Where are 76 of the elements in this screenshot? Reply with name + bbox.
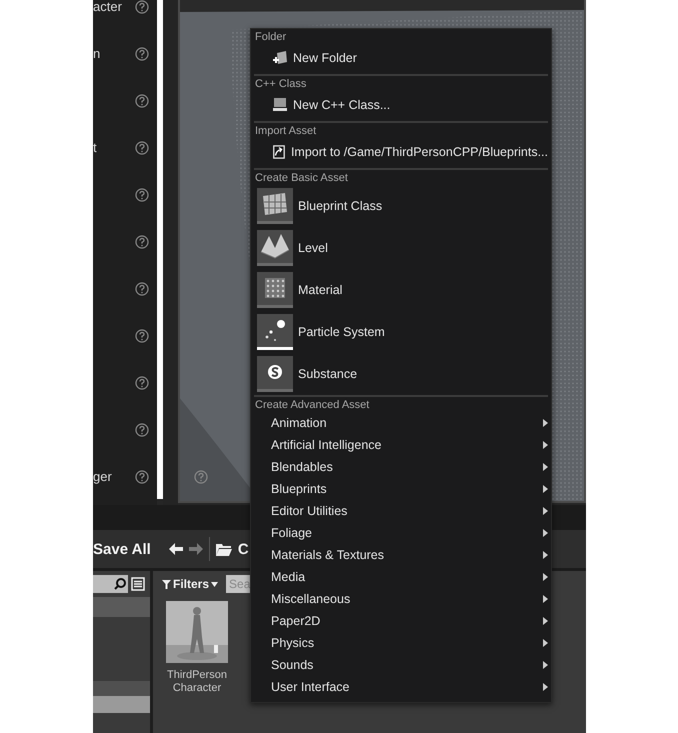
import-icon — [272, 144, 286, 160]
submenu-arrow-icon — [543, 529, 548, 537]
search-field[interactable] — [93, 575, 128, 593]
submenu-arrow-icon — [543, 507, 548, 515]
sparkle-icon — [257, 314, 293, 347]
forward-arrow-icon[interactable] — [188, 543, 203, 555]
submenu-item[interactable]: Foliage — [254, 522, 548, 544]
submenu-arrow-icon — [543, 595, 548, 603]
submenu-item[interactable]: Blendables — [254, 456, 548, 478]
material-grid-icon — [257, 272, 293, 305]
property-label: n — [93, 46, 100, 61]
menu-item[interactable]: Level — [254, 227, 548, 269]
folder-icon[interactable] — [216, 542, 232, 556]
property-label: acter — [93, 0, 122, 14]
submenu-arrow-icon — [543, 463, 548, 471]
submenu-item[interactable]: Blueprints — [254, 478, 548, 500]
help-icon[interactable] — [135, 0, 149, 14]
menu-item[interactable]: Import to /Game/ThirdPersonCPP/Blueprints... — [254, 138, 548, 166]
search-icon — [114, 578, 126, 590]
folder-plus-icon — [272, 50, 288, 66]
submenu-arrow-icon — [543, 485, 548, 493]
menu-item[interactable]: Substance — [254, 353, 548, 395]
list-icon[interactable] — [131, 577, 145, 591]
asset-name: ThirdPerson Character — [166, 669, 228, 695]
help-icon[interactable] — [135, 328, 149, 342]
submenu-arrow-icon — [543, 441, 548, 449]
menu-item[interactable]: New C++ Class... — [254, 91, 548, 119]
funnel-icon — [162, 580, 171, 588]
save-all-button[interactable]: Save All — [93, 540, 151, 558]
substance-logo-icon — [257, 356, 293, 389]
menu-item[interactable]: Material — [254, 269, 548, 311]
help-icon[interactable] — [135, 94, 149, 108]
submenu-item[interactable]: Miscellaneous — [254, 588, 548, 610]
help-icon[interactable] — [135, 422, 149, 436]
section-header: Create Advanced Asset — [254, 398, 370, 412]
help-icon[interactable] — [135, 376, 149, 390]
submenu-item[interactable]: Materials & Textures — [254, 544, 548, 566]
submenu-item[interactable]: Editor Utilities — [254, 500, 548, 522]
submenu-arrow-icon — [543, 573, 548, 581]
help-icon[interactable] — [135, 140, 149, 154]
submenu-item[interactable]: Physics — [254, 632, 548, 654]
submenu-arrow-icon — [543, 639, 548, 647]
submenu-item[interactable]: Media — [254, 566, 548, 588]
grid-sheet-icon — [257, 188, 293, 221]
filters-button[interactable]: Filters — [162, 577, 218, 591]
help-icon[interactable] — [135, 188, 149, 202]
section-header: C++ Class — [254, 77, 306, 91]
submenu-item[interactable]: Animation — [254, 412, 548, 434]
section-header: Create Basic Asset — [254, 171, 348, 185]
property-label: ger — [93, 469, 112, 484]
help-icon[interactable] — [135, 46, 149, 60]
submenu-arrow-icon — [543, 661, 548, 669]
submenu-item[interactable]: Paper2D — [254, 610, 548, 632]
help-icon[interactable] — [135, 234, 149, 248]
menu-item[interactable]: Blueprint Class — [254, 185, 548, 227]
class-icon — [272, 97, 288, 113]
path-breadcrumb[interactable]: C — [238, 540, 249, 558]
submenu-item[interactable]: User Interface — [254, 676, 548, 698]
back-arrow-icon[interactable] — [168, 543, 183, 555]
submenu-arrow-icon — [543, 683, 548, 691]
submenu-item[interactable]: Sounds — [254, 654, 548, 676]
submenu-arrow-icon — [543, 617, 548, 625]
submenu-arrow-icon — [543, 419, 548, 427]
menu-item[interactable]: New Folder — [254, 44, 548, 72]
help-icon[interactable] — [135, 470, 149, 484]
caret-icon — [211, 582, 218, 586]
menu-item[interactable]: Particle System — [254, 311, 548, 353]
terrain-icon — [257, 230, 293, 263]
section-header: Folder — [254, 30, 286, 44]
submenu-item[interactable]: Artificial Intelligence — [254, 434, 548, 456]
property-label: t — [93, 140, 97, 155]
section-header: Import Asset — [254, 124, 316, 138]
help-icon[interactable] — [135, 282, 149, 296]
scrollbar[interactable] — [157, 0, 163, 499]
asset-tile[interactable]: ThirdPerson Character — [162, 601, 232, 695]
submenu-arrow-icon — [543, 551, 548, 559]
